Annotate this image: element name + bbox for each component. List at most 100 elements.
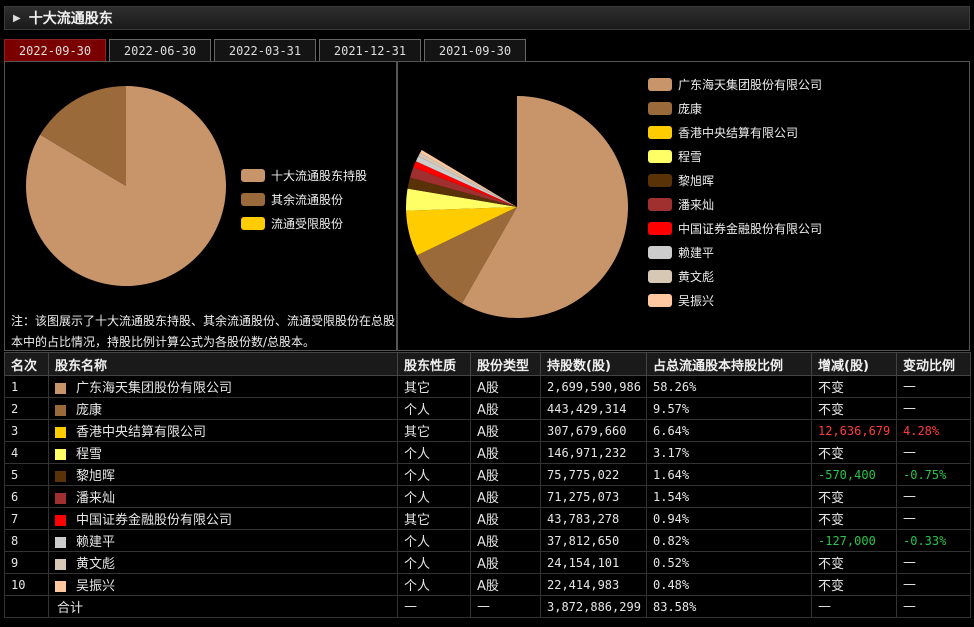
tab-2022-03-31[interactable]: 2022-03-31 (214, 39, 316, 61)
legend-label: 黄文彪 (678, 269, 715, 284)
legend-item: 香港中央结算有限公司 (648, 120, 822, 144)
color-square-icon (55, 515, 66, 526)
ratio-cell: 0.82% (646, 529, 812, 552)
table-row[interactable]: 3 香港中央结算有限公司 其它 A股 307,679,660 6.64% 12,636,67… (4, 419, 971, 442)
change-pct-cell: — (896, 573, 971, 596)
rank-cell: 8 (4, 529, 49, 552)
shares-cell: 37,812,650 (540, 529, 647, 552)
shares-cell: 443,429,314 (540, 397, 647, 420)
table-header-row: 名次 股东名称 股东性质 股份类型 持股数(股) 占总流通股本持股比例 增减(股) 变动比例 (4, 352, 971, 376)
change-pct-cell: — (896, 441, 971, 464)
color-square-icon (55, 471, 66, 482)
change-pct-cell: — (896, 551, 971, 574)
table-row[interactable]: 6 潘来灿 个人 A股 71,275,073 1.54% 不变 — (4, 485, 971, 508)
holder-nature-cell: — (397, 595, 471, 618)
top-shareholders-widget: ▶ 十大流通股东 2022-09-30 2022-06-30 2022-03-31 2… (0, 0, 974, 627)
color-square-icon (55, 493, 66, 504)
right-chart-panel: 广东海天集团股份有限公司 庞康 香港中央结算有限公司 程雪 黎旭晖 潘来灿 中国证券金融股份… (397, 61, 970, 351)
holder-nature-cell: 个人 (397, 397, 471, 420)
table-row[interactable]: 8 赖建平 个人 A股 37,812,650 0.82% -127,000 -0.33% (4, 529, 971, 552)
holder-name: 吴振兴 (76, 579, 116, 594)
legend-label: 其余流通股份 (271, 192, 344, 207)
table-row[interactable]: 5 黎旭晖 个人 A股 75,775,022 1.64% -570,400 -0.75% (4, 463, 971, 486)
share-type-cell: A股 (470, 397, 541, 420)
shares-cell: 75,775,022 (540, 463, 647, 486)
holder-nature-cell: 个人 (397, 485, 471, 508)
holder-name: 广东海天集团股份有限公司 (76, 381, 233, 396)
holder-nature-cell: 其它 (397, 507, 471, 530)
share-type-cell: A股 (470, 463, 541, 486)
holder-name: 中国证券金融股份有限公司 (76, 513, 233, 528)
tab-2021-09-30[interactable]: 2021-09-30 (424, 39, 526, 61)
legend-item: 吴振兴 (648, 288, 822, 312)
chart-note: 注：该图展示了十大流通股东持股、其余流通股份、流通受限股份在总股本中的占比情况，… (11, 314, 396, 349)
legend-label: 程雪 (678, 149, 703, 164)
legend-label: 赖建平 (678, 245, 715, 260)
shares-cell: 3,872,886,299 (540, 595, 647, 618)
holder-name: 庞康 (76, 403, 103, 418)
table-row[interactable]: 2 庞康 个人 A股 443,429,314 9.57% 不变 — (4, 397, 971, 420)
change-pct-cell: -0.75% (896, 463, 971, 486)
table-row[interactable]: 4 程雪 个人 A股 146,971,232 3.17% 不变 — (4, 441, 971, 464)
ratio-cell: 1.64% (646, 463, 812, 486)
rank-cell: 5 (4, 463, 49, 486)
holder-name: 潘来灿 (76, 491, 116, 506)
shares-cell: 146,971,232 (540, 441, 647, 464)
holder-name-cell: 潘来灿 (48, 485, 398, 508)
ratio-cell: 0.52% (646, 551, 812, 574)
holder-nature-cell: 个人 (397, 463, 471, 486)
legend-swatch (241, 192, 265, 206)
legend-swatch (648, 77, 672, 91)
rank-cell: 3 (4, 419, 49, 442)
column-header: 变动比例 (896, 352, 971, 376)
table-row[interactable]: 9 黄文彪 个人 A股 24,154,101 0.52% 不变 — (4, 551, 971, 574)
ratio-cell: 83.58% (646, 595, 812, 618)
change-cell: 不变 (811, 441, 897, 464)
share-type-cell: — (470, 595, 541, 618)
change-pct-cell: — (896, 595, 971, 618)
holder-name: 香港中央结算有限公司 (76, 425, 207, 440)
holder-name-cell: 黎旭晖 (48, 463, 398, 486)
ratio-cell: 58.26% (646, 375, 812, 398)
holder-name-cell: 广东海天集团股份有限公司 (48, 375, 398, 398)
change-cell: — (811, 595, 897, 618)
legend-swatch (648, 221, 672, 235)
column-header: 股东名称 (48, 352, 398, 376)
legend-swatch (648, 197, 672, 211)
change-cell: 12,636,679 (811, 419, 897, 442)
legend-swatch (241, 216, 265, 230)
color-square-icon (55, 449, 66, 460)
share-type-cell: A股 (470, 441, 541, 464)
section-header[interactable]: ▶ 十大流通股东 (4, 6, 970, 30)
ratio-cell: 0.48% (646, 573, 812, 596)
legend-item: 广东海天集团股份有限公司 (648, 72, 822, 96)
right-chart-legend: 广东海天集团股份有限公司 庞康 香港中央结算有限公司 程雪 黎旭晖 潘来灿 中国证券金融股份… (648, 72, 822, 312)
share-type-cell: A股 (470, 573, 541, 596)
legend-swatch (648, 245, 672, 259)
change-pct-cell: — (896, 485, 971, 508)
color-square-icon (55, 537, 66, 548)
legend-item: 程雪 (648, 144, 822, 168)
legend-item: 流通受限股份 (241, 211, 367, 235)
holder-nature-cell: 其它 (397, 419, 471, 442)
table-row[interactable]: 10 吴振兴 个人 A股 22,414,983 0.48% 不变 — (4, 573, 971, 596)
holder-name: 程雪 (76, 447, 103, 462)
table-row[interactable]: 7 中国证券金融股份有限公司 其它 A股 43,783,278 0.94% 不变 — (4, 507, 971, 530)
holder-nature-cell: 个人 (397, 441, 471, 464)
table-row[interactable]: 1 广东海天集团股份有限公司 其它 A股 2,699,590,986 58.26% 不变 — (4, 375, 971, 398)
rank-cell: 9 (4, 551, 49, 574)
tab-2022-09-30[interactable]: 2022-09-30 (4, 39, 106, 61)
legend-label: 潘来灿 (678, 197, 715, 212)
column-header: 股东性质 (397, 352, 471, 376)
rank-cell: 1 (4, 375, 49, 398)
date-tabs: 2022-09-30 2022-06-30 2022-03-31 2021-12-31… (4, 39, 526, 61)
share-type-cell: A股 (470, 375, 541, 398)
holder-name-cell: 吴振兴 (48, 573, 398, 596)
shareholders-table: 名次 股东名称 股东性质 股份类型 持股数(股) 占总流通股本持股比例 增减(股) 变动比例 … (4, 352, 971, 618)
tab-2022-06-30[interactable]: 2022-06-30 (109, 39, 211, 61)
collapse-triangle-icon[interactable]: ▶ (13, 13, 21, 24)
legend-label: 广东海天集团股份有限公司 (678, 77, 823, 92)
ratio-cell: 6.64% (646, 419, 812, 442)
tab-2021-12-31[interactable]: 2021-12-31 (319, 39, 421, 61)
left-chart-panel: 十大流通股东持股 其余流通股份 流通受限股份 注：该图展示了十大流通股东持股、其余流… (4, 61, 397, 351)
